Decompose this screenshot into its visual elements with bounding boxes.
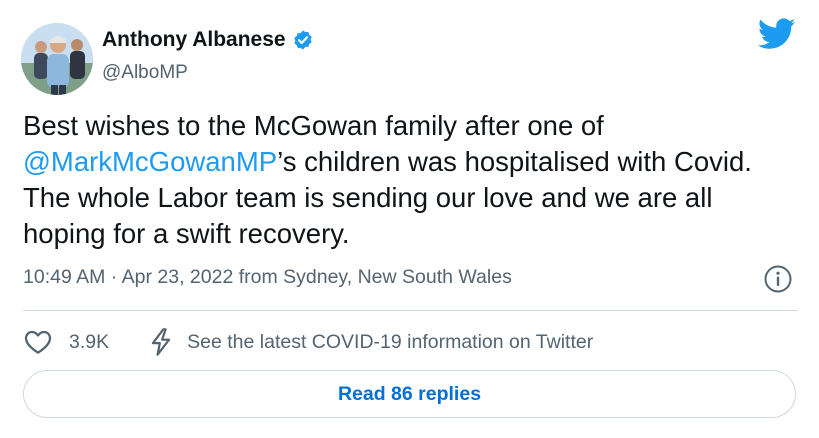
mention-link[interactable]: @MarkMcGowanMP xyxy=(23,146,277,177)
avatar[interactable] xyxy=(21,23,93,95)
info-icon[interactable] xyxy=(763,264,793,294)
tweet-timestamp[interactable]: 10:49 AM · Apr 23, 2022 from Sydney, New… xyxy=(23,266,512,289)
tweet-card: Anthony Albanese @AlboMP Best wishes to … xyxy=(0,0,819,438)
tweet-text-start: Best wishes to the McGowan family after … xyxy=(23,110,604,141)
twitter-bird-icon[interactable] xyxy=(757,18,796,50)
author-name-row[interactable]: Anthony Albanese xyxy=(102,28,314,52)
like-count[interactable]: 3.9K xyxy=(69,331,109,354)
divider xyxy=(23,310,798,311)
verified-badge-icon xyxy=(292,29,314,51)
read-replies-label: Read 86 replies xyxy=(337,382,482,405)
action-bar: 3.9K See the latest COVID-19 information… xyxy=(23,326,593,358)
author-handle[interactable]: @AlboMP xyxy=(102,62,188,84)
heart-icon[interactable] xyxy=(23,327,53,357)
covid-info-link[interactable]: See the latest COVID-19 information on T… xyxy=(187,331,593,354)
tweet-text: Best wishes to the McGowan family after … xyxy=(23,108,798,252)
read-replies-button[interactable]: Read 86 replies xyxy=(23,370,796,418)
author-name[interactable]: Anthony Albanese xyxy=(102,28,286,52)
lightning-bolt-icon xyxy=(147,327,175,357)
